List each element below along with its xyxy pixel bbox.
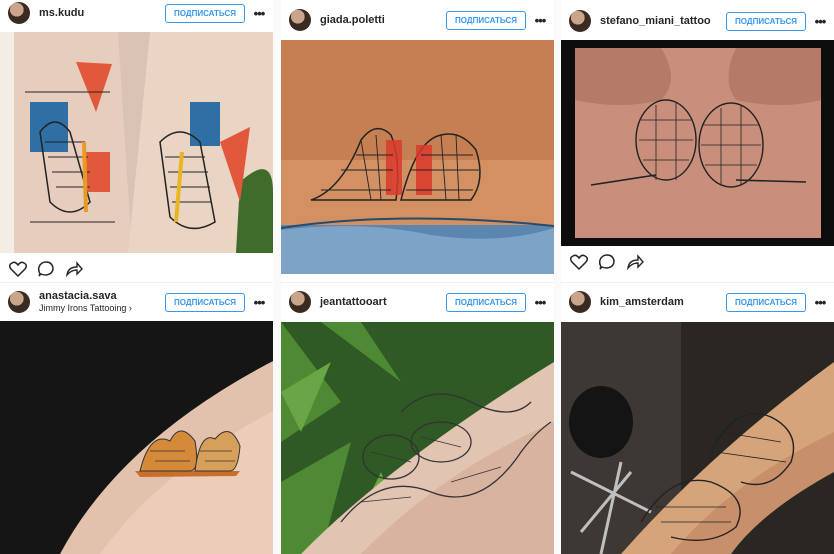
follow-button[interactable]: ПОДПИСАТЬСЯ [446, 292, 526, 312]
share-icon[interactable] [625, 252, 645, 272]
post-photo[interactable] [0, 32, 273, 253]
post-header: stefano_miani_tattoo ПОДПИСАТЬСЯ ••• [561, 10, 834, 32]
comment-icon[interactable] [597, 252, 617, 272]
username[interactable]: kim_amsterdam [600, 296, 726, 309]
post-header: anastacia.sava Jimmy Irons Tattooing › П… [0, 290, 273, 314]
post-photo[interactable] [561, 322, 834, 554]
post-photo[interactable] [561, 40, 834, 246]
follow-button[interactable]: ПОДПИСАТЬСЯ [446, 10, 526, 30]
share-icon[interactable] [64, 259, 84, 279]
location-link[interactable]: Jimmy Irons Tattooing › [39, 303, 165, 314]
avatar[interactable] [569, 10, 591, 32]
avatar[interactable] [289, 9, 311, 31]
more-options-icon[interactable]: ••• [806, 295, 834, 310]
heart-icon[interactable] [569, 252, 589, 272]
post-header: giada.poletti ПОДПИСАТЬСЯ ••• [281, 9, 554, 31]
more-options-icon[interactable]: ••• [245, 6, 273, 21]
follow-button[interactable]: ПОДПИСАТЬСЯ [165, 292, 245, 312]
comment-icon[interactable] [36, 259, 56, 279]
username[interactable]: jeantattooart [320, 296, 446, 309]
post-header: ms.kudu ПОДПИСАТЬСЯ ••• [0, 2, 273, 24]
feed-column-1: ms.kudu ПОДПИСАТЬСЯ ••• anastacia.sava J… [0, 0, 273, 554]
column-gap [273, 0, 281, 554]
follow-button[interactable]: ПОДПИСАТЬСЯ [726, 11, 806, 31]
follow-button[interactable]: ПОДПИСАТЬСЯ [165, 3, 245, 23]
avatar[interactable] [8, 2, 30, 24]
more-options-icon[interactable]: ••• [245, 295, 273, 310]
follow-button[interactable]: ПОДПИСАТЬСЯ [726, 292, 806, 312]
divider [561, 282, 834, 283]
username[interactable]: ms.kudu [39, 7, 165, 20]
divider [0, 282, 273, 283]
post-photo[interactable] [281, 322, 554, 554]
username[interactable]: anastacia.sava [39, 290, 165, 303]
more-options-icon[interactable]: ••• [526, 13, 554, 28]
post-header: jeantattooart ПОДПИСАТЬСЯ ••• [281, 291, 554, 313]
post-header: kim_amsterdam ПОДПИСАТЬСЯ ••• [561, 291, 834, 313]
avatar[interactable] [8, 291, 30, 313]
heart-icon[interactable] [8, 259, 28, 279]
feed-column-2: giada.poletti ПОДПИСАТЬСЯ ••• jeantattoo… [281, 0, 554, 554]
post-photo[interactable] [281, 40, 554, 274]
divider [281, 282, 554, 283]
avatar[interactable] [569, 291, 591, 313]
post-actions [0, 255, 273, 283]
post-photo[interactable] [0, 321, 273, 554]
more-options-icon[interactable]: ••• [526, 295, 554, 310]
post-actions [561, 248, 834, 276]
feed-column-3: stefano_miani_tattoo ПОДПИСАТЬСЯ ••• kim… [561, 0, 834, 554]
username[interactable]: giada.poletti [320, 14, 446, 27]
avatar[interactable] [289, 291, 311, 313]
more-options-icon[interactable]: ••• [806, 14, 834, 29]
username[interactable]: stefano_miani_tattoo [600, 15, 726, 28]
